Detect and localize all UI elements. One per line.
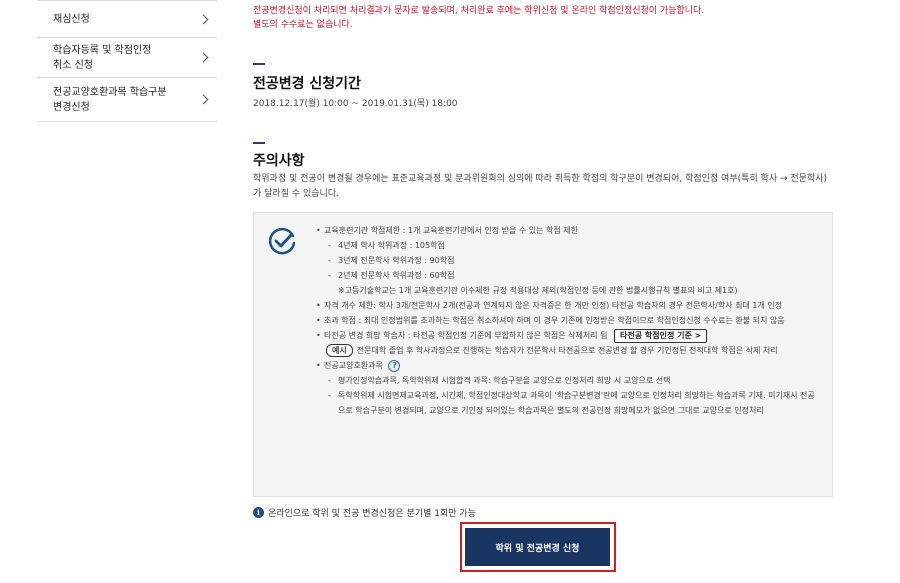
chevron-right-icon bbox=[198, 14, 209, 24]
help-question-icon[interactable]: ? bbox=[388, 360, 401, 372]
check-circle-icon bbox=[268, 227, 296, 255]
sidebar-item-label: 전공교양호환과목 학습구분 변경신청 bbox=[53, 86, 167, 113]
example-badge: 예시 bbox=[326, 344, 353, 357]
list-item: • 전공교양호환과목 ? bbox=[316, 358, 821, 373]
list-item: - 평가인정학습과목, 독학학위제 시험합격 과목: 학습구분을 교양으로 인정… bbox=[328, 376, 671, 385]
sidebar-item-learner-cancel[interactable]: 학습자등록 및 학점인정 취소 신청 bbox=[37, 38, 217, 78]
chevron-right-icon bbox=[198, 94, 209, 105]
application-period: 2018.12.17(월) 10:00 ~ 2019.01.31(목) 18:0… bbox=[253, 99, 458, 109]
sidebar-item-subject-type-change[interactable]: 전공교양호환과목 학습구분 변경신청 bbox=[37, 78, 217, 122]
info-icon: i bbox=[253, 507, 264, 518]
section-accent-bar bbox=[253, 142, 265, 144]
example-item: 예시 전문대학 졸업 후 학사과정으로 진행하는 학습자가 전문학사 타전공으로… bbox=[316, 343, 821, 358]
list-item: - 3년제 전문학사 학위과정 : 90학점 bbox=[328, 256, 455, 265]
list-item: • 타전공 변경 희망 학습자 : 타전공 학점인정 기준에 부합하지 않은 학… bbox=[316, 328, 821, 343]
list-item: • 초과 학점 : 최대 인정범위를 초과하는 학점은 취소하셔야 하며 이 경… bbox=[316, 316, 785, 325]
caution-description: 학위과정 및 전공이 변경될 경우에는 표준교육과정 및 분과위원회의 심의에 … bbox=[253, 174, 828, 199]
list-item: - 독학학위제 시험면제교육과정, 시간제, 학점인정대상학교 과목이 '학습구… bbox=[328, 391, 815, 415]
list-note: ※고등기술학교는 1개 교육훈련기관 이수제한 규정 적용대상 제외(학점인정 … bbox=[338, 286, 738, 295]
sidebar-item-label: 학습자등록 및 학점인정 취소 신청 bbox=[53, 44, 152, 71]
chevron-right-icon bbox=[198, 52, 209, 63]
rules-info-box: • 교육훈련기관 학점제한 : 1개 교육훈련기관에서 인정 받을 수 있는 학… bbox=[253, 212, 833, 497]
rules-list: • 교육훈련기관 학점제한 : 1개 교육훈련기관에서 인정 받을 수 있는 학… bbox=[316, 223, 821, 418]
quarterly-limit-info: i 온라인으로 학위 및 전공 변경신청은 분기별 1회만 가능 bbox=[253, 506, 476, 519]
sidebar-item-label: 재심신청 bbox=[53, 13, 90, 25]
apply-degree-major-change-button[interactable]: 학위 및 전공변경 신청 bbox=[465, 528, 610, 566]
other-major-criteria-button[interactable]: 타전공 학점인정 기준 > bbox=[614, 329, 708, 343]
section-accent-bar bbox=[253, 63, 265, 65]
sidebar-menu: 재심신청 학습자등록 및 학점인정 취소 신청 전공교양호환과목 학습구분 변경… bbox=[37, 0, 217, 122]
period-section-title: 전공변경 신청기간 bbox=[253, 76, 361, 92]
list-item: • 자격 개수 제한: 학사 3개/전문학사 2개(전공과 연계되지 않은 자격… bbox=[316, 301, 783, 310]
processing-notice: 전공변경신청이 처리되면 처리결과가 문자로 발송되며, 처리완료 후에는 학위… bbox=[253, 6, 705, 30]
list-item: - 2년제 전문학사 학위과정 : 60학점 bbox=[328, 271, 455, 280]
sidebar-item-reexam[interactable]: 재심신청 bbox=[37, 1, 217, 38]
list-item: • 교육훈련기관 학점제한 : 1개 교육훈련기관에서 인정 받을 수 있는 학… bbox=[316, 226, 579, 235]
caution-section-title: 주의사항 bbox=[253, 153, 305, 169]
quarterly-limit-text: 온라인으로 학위 및 전공 변경신청은 분기별 1회만 가능 bbox=[268, 509, 476, 519]
list-item: - 4년제 학사 학위과정 : 105학점 bbox=[328, 241, 445, 250]
